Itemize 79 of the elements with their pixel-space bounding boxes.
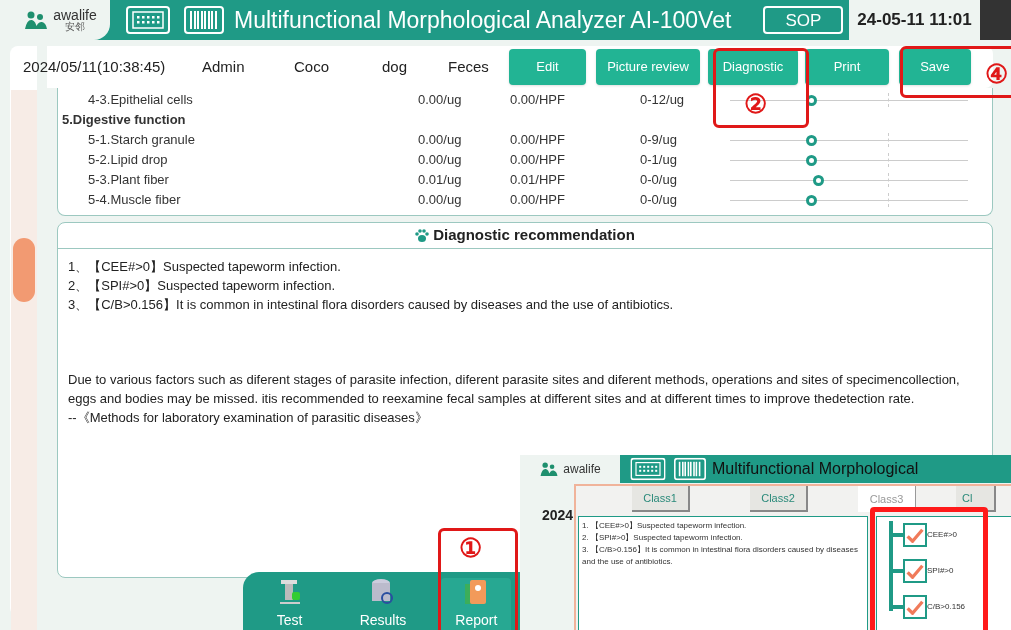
logo-subtext: 安邻	[65, 22, 85, 32]
toolbar-button[interactable]: Print	[805, 49, 889, 85]
toolbar-button[interactable]: Diagnostic	[708, 49, 798, 85]
table-cell-text: 0.00/ug	[418, 151, 462, 170]
class-tab[interactable]: Class2	[750, 486, 808, 512]
table-cell-text: 0.00/ug	[418, 91, 462, 110]
table-cell-text: 5-4.Muscle fiber	[87, 191, 181, 210]
table-cell-text: 4-3.Epithelial cells	[87, 91, 193, 110]
nav-label: Results	[359, 611, 407, 630]
check-icon	[906, 563, 924, 579]
table-cell-text: 0-9/ug	[640, 131, 677, 150]
class-tab[interactable]: Class1	[632, 486, 690, 512]
section-heading: 5.Digestive function	[62, 111, 186, 130]
table-cell-text: 0-1/ug	[640, 151, 677, 170]
table-cell-text: 0.01/ug	[418, 171, 462, 190]
window-title: Multifunctional Morphological Analyzer AI-100Vet	[234, 5, 732, 35]
table-cell-text: 5-3.Plant fiber	[87, 171, 169, 190]
scroll-thumb[interactable]	[13, 238, 35, 302]
annotation-number: ①	[459, 535, 482, 561]
barcode-icon[interactable]	[184, 6, 224, 34]
report-book-icon	[464, 578, 489, 606]
family-logo-icon	[23, 10, 50, 30]
table-cell-text: 0-0/ug	[640, 171, 677, 190]
toolbar-button[interactable]: Picture review	[596, 49, 700, 85]
table-cell-text: 0.01/HPF	[510, 171, 565, 190]
condition-checkbox[interactable]	[903, 559, 927, 583]
table-cell-text: 0-0/ug	[640, 191, 677, 210]
sop-button[interactable]: SOP	[763, 6, 844, 34]
date-time: 24-05-11 11:01	[849, 0, 980, 40]
table-cell-text: 0.00/ug	[418, 191, 462, 210]
nav-tab[interactable]: Test	[254, 578, 325, 630]
condition-checkbox[interactable]	[903, 523, 927, 547]
logo-text: awalife	[563, 463, 601, 475]
keyboard-icon[interactable]	[630, 457, 666, 481]
toolbar-button[interactable]: Save	[899, 49, 971, 85]
table-cell-text: 5-2.Lipid drop	[87, 151, 168, 170]
toolbar-button[interactable]: Edit	[509, 49, 586, 85]
annotation-number: ②	[744, 91, 767, 117]
database-search-icon	[370, 578, 396, 606]
barcode-icon[interactable]	[674, 457, 706, 481]
diagnosis-item: 3. 【C/B>0.156】It is common in intestinal flora disorders caused by diseases and the use of antibiotics.	[582, 544, 859, 568]
table-cell-text: 5-1.Starch granule	[87, 131, 195, 150]
recommendation-item: 3、【C/B>0.156】It is common in intestinal flora disorders caused by diseases and the use of antibiotics.	[68, 296, 675, 314]
table-cell-text: 0.00/HPF	[510, 91, 565, 110]
diagnosis-item: 2. 【SPI#>0】Suspected tapeworm infection.	[582, 532, 744, 544]
table-cell-text: 0.00/ug	[418, 131, 462, 150]
nav-tab[interactable]: Results	[348, 578, 418, 630]
family-logo-icon	[539, 461, 560, 477]
nav-label: Report	[455, 611, 498, 630]
nav-label: Test	[276, 611, 303, 630]
table-cell-text: 0-12/ug	[640, 91, 685, 110]
condition-label: CEE#>0	[927, 529, 958, 541]
info-field: 2024/05/11(10:38:45)	[23, 55, 202, 79]
source-citation: --《Methods for laboratory examination of parasitic diseases》	[68, 409, 429, 427]
info-field: Admin	[202, 55, 294, 79]
condition-label: C/B>0.156	[927, 601, 966, 613]
recommendation-item: 2、【SPI#>0】Suspected tapeworm infection.	[68, 277, 336, 295]
annotation-number: ④	[985, 61, 1008, 87]
diagnosis-item: 1. 【CEE#>0】Suspected tapeworm infection.	[582, 520, 748, 532]
disclaimer-text: Due to various factors such as diferent stages of parasite infection, diferent parasite sites and diferent methods, operations and sites of specimencollection, eggs and bodies may be missed. itis recommended to reexamine fecal samples at different sites and at different times to improve thedetection rate.	[68, 371, 961, 408]
microscope-icon	[277, 578, 302, 606]
condition-checkbox[interactable]	[903, 595, 927, 619]
table-cell-text: 0.00/HPF	[510, 151, 565, 170]
info-field: Feces	[448, 55, 509, 79]
logo-text: awalife	[53, 8, 97, 22]
paw-icon	[415, 228, 430, 243]
info-field: dog	[382, 55, 448, 79]
nav-tab[interactable]: Report	[441, 578, 512, 630]
condition-label: SPI#>0	[927, 565, 954, 577]
recommendation-item: 1、【CEE#>0】Suspected tapeworm infection.	[68, 258, 342, 276]
inset-title: Multifunctional Morphological	[712, 459, 919, 479]
keyboard-icon[interactable]	[126, 6, 170, 34]
inset-date: 2024	[542, 506, 574, 525]
table-cell-text: 0.00/HPF	[510, 131, 565, 150]
info-field: Coco	[294, 55, 382, 79]
check-icon	[906, 599, 924, 615]
check-icon	[906, 527, 924, 543]
panel-title: Diagnostic recommendation	[433, 225, 635, 246]
table-cell-text: 0.00/HPF	[510, 191, 565, 210]
